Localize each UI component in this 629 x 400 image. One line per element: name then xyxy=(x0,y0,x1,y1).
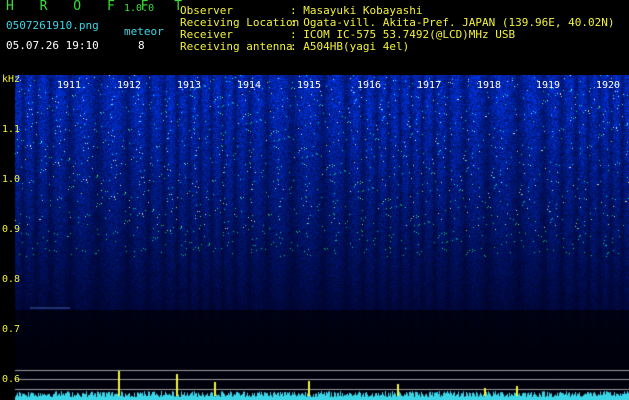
time-tick-label: 1916 xyxy=(357,80,382,91)
time-tick-label: 1920 xyxy=(596,80,621,91)
antenna-label: Receiving antenna xyxy=(180,40,293,53)
y-tick-label: 0.8 xyxy=(2,274,21,285)
file-name: 0507261910.png xyxy=(6,19,99,32)
time-tick-label: 1917 xyxy=(417,80,442,91)
app-version: 1.0.0 xyxy=(124,3,155,14)
time-tick-label: 1912 xyxy=(117,80,142,91)
meteor-count: 8 xyxy=(138,39,145,52)
time-tick-label: 1914 xyxy=(237,80,262,91)
axis-unit-label: kHz xyxy=(2,74,21,85)
y-tick-label: 0.7 xyxy=(2,324,21,335)
file-datetime: 05.07.26 19:10 xyxy=(6,39,99,52)
time-tick-label: 1918 xyxy=(477,80,502,91)
header-panel: H R O F F T 1.0.0 0507261910.png meteor … xyxy=(0,0,629,75)
y-tick-label: 0.9 xyxy=(2,224,21,235)
y-tick-label: 1.1 xyxy=(2,124,21,135)
y-tick-label: 1.0 xyxy=(2,174,21,185)
time-tick-label: 1913 xyxy=(177,80,202,91)
time-tick-label: 1915 xyxy=(297,80,322,91)
app-title: H R O F F T xyxy=(6,0,192,14)
meteor-label: meteor xyxy=(124,25,164,38)
antenna-value: : A504HB(yagi 4el) xyxy=(290,40,410,53)
time-tick-label: 1919 xyxy=(536,80,561,91)
spectrogram-canvas xyxy=(0,75,629,400)
time-tick-label: 1911 xyxy=(57,80,82,91)
y-tick-label: 0.6 xyxy=(2,374,21,385)
